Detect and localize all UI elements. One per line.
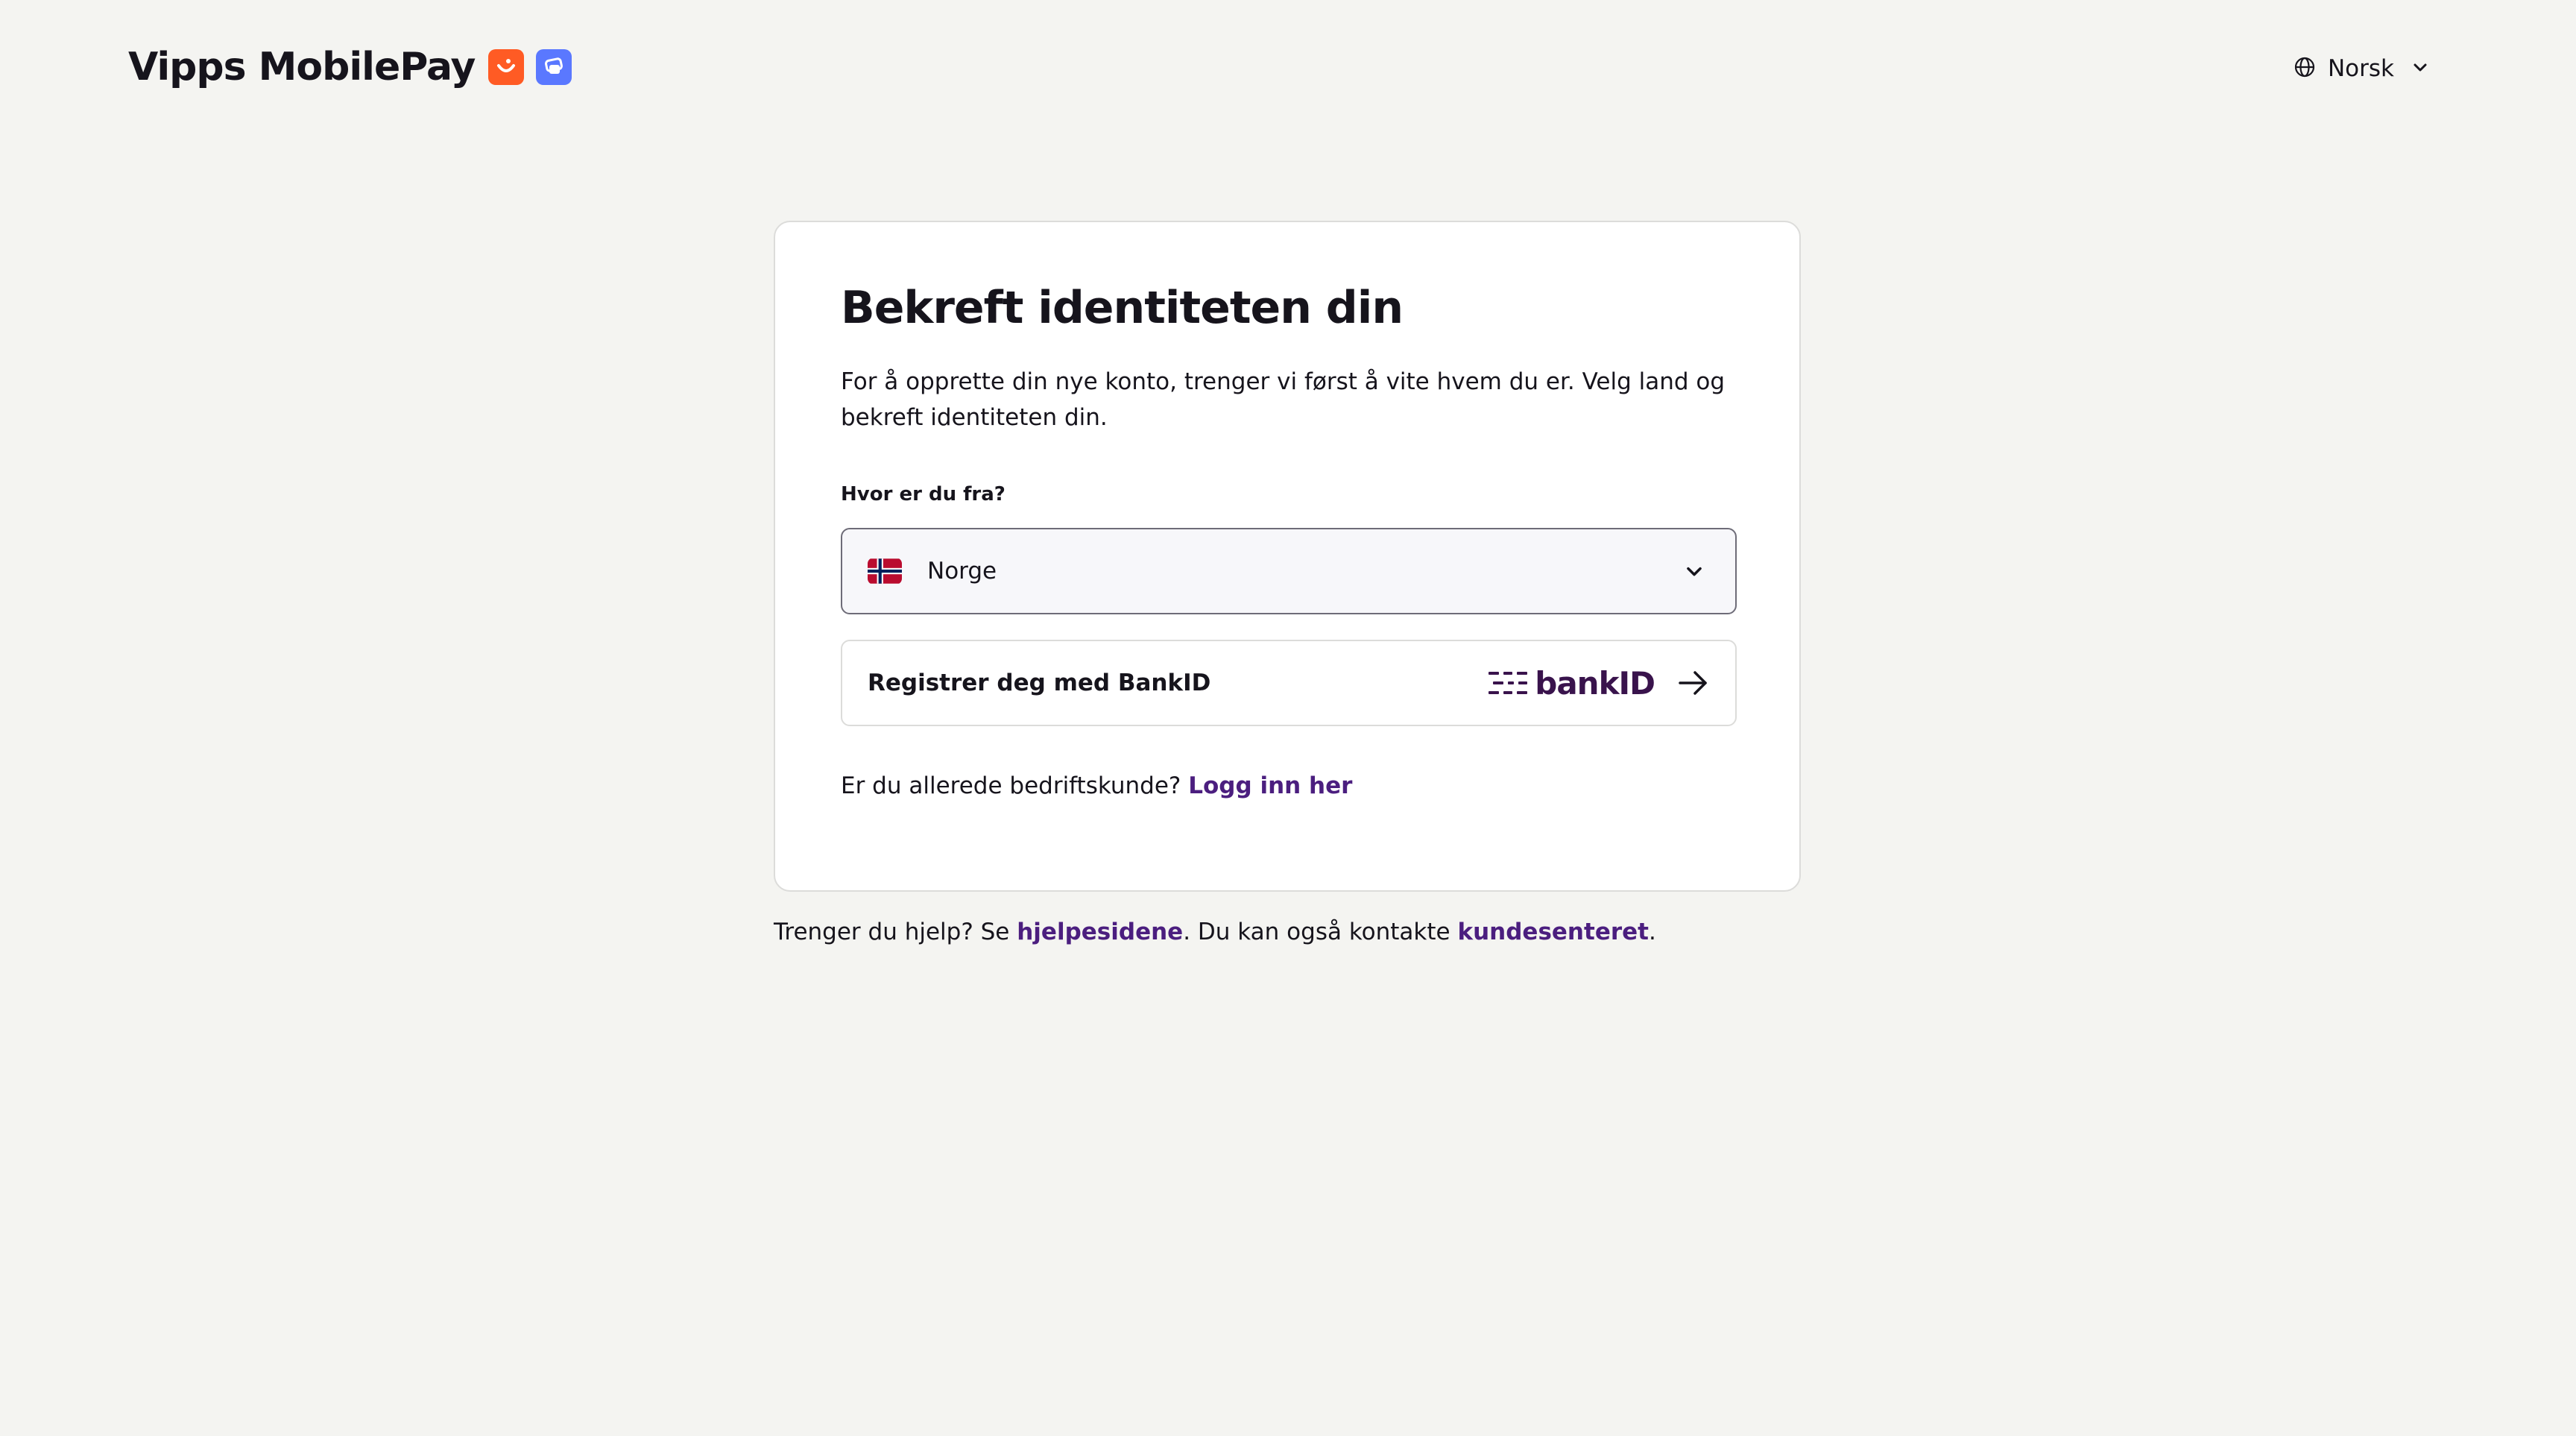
business-prompt: Er du allerede bedriftskunde? [841,772,1181,799]
country-value: Norge [927,558,997,585]
vipps-smile-icon [488,49,525,85]
arrow-right-icon [1677,668,1710,698]
language-label: Norsk [2327,55,2394,82]
language-selector[interactable]: Norsk [2294,49,2430,88]
help-middle: . Du kan også kontakte [1183,919,1450,945]
brand-name: Vipps MobilePay [128,45,476,89]
bankid-button-label: Registrer deg med BankID [868,670,1211,696]
norway-flag-icon [868,558,902,585]
country-select[interactable]: Norge [841,528,1737,614]
page-title: Bekreft identiteten din [841,282,1404,334]
business-login-link[interactable]: Logg inn her [1188,772,1352,799]
intro-text: For å opprette din nye konto, trenger vi… [841,368,1726,431]
chevron-down-icon [2411,57,2430,80]
brand-logo[interactable]: Vipps MobilePay [128,43,572,91]
help-text: Trenger du hjelp? Se hjelpesidene. Du ka… [774,919,1656,945]
bankid-logo-text: bankID [1535,664,1655,702]
bankid-register-button[interactable]: Registrer deg med BankID bankID [841,640,1737,726]
country-label: Hvor er du fra? [841,483,1006,506]
mobilepay-icon [536,49,572,85]
globe-icon [2294,56,2316,81]
help-pages-link[interactable]: hjelpesidene [1017,919,1183,945]
bankid-logo: bankID [1489,665,1655,702]
business-login-row: Er du allerede bedriftskunde? Logg inn h… [841,772,1352,799]
chevron-down-icon [1683,560,1705,582]
help-prefix: Trenger du hjelp? Se [774,919,1010,945]
top-header: Vipps MobilePay Norsk [0,0,2576,134]
customer-center-link[interactable]: kundesenteret [1457,919,1649,945]
identity-card: Bekreft identiteten din For å opprette d… [774,221,1801,892]
help-suffix: . [1648,919,1656,945]
